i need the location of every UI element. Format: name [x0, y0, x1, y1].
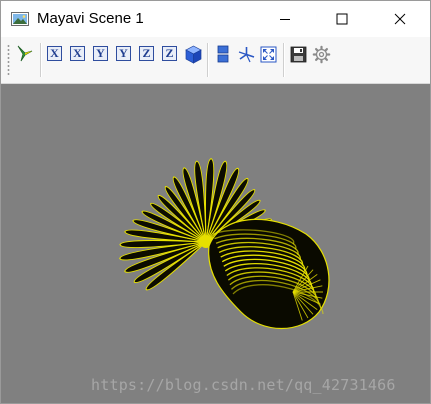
title-bar: Mayavi Scene 1 — [1, 1, 430, 37]
mayavi-logo-icon[interactable] — [15, 44, 34, 63]
view-y-minus-button[interactable]: Y — [116, 46, 131, 61]
projection-icon[interactable] — [214, 45, 233, 64]
maximize-icon — [336, 13, 348, 25]
view-x-plus-button[interactable]: X — [47, 46, 62, 61]
render-viewport[interactable]: https://blog.csdn.net/qq_42731466 — [1, 84, 430, 403]
minimize-button[interactable] — [262, 1, 308, 37]
close-button[interactable] — [377, 1, 423, 37]
app-icon — [11, 12, 29, 26]
maximize-button[interactable] — [319, 1, 365, 37]
gear-icon[interactable] — [312, 45, 331, 64]
save-icon[interactable] — [289, 45, 308, 64]
cube-icon[interactable] — [184, 45, 203, 64]
window-title: Mayavi Scene 1 — [37, 10, 144, 27]
view-x-minus-button[interactable]: X — [70, 46, 85, 61]
view-y-plus-button[interactable]: Y — [93, 46, 108, 61]
minimize-icon — [280, 19, 290, 20]
scene-toolbar: X X Y Y Z Z — [1, 37, 430, 84]
scene-canvas[interactable] — [1, 84, 430, 403]
watermark-text: https://blog.csdn.net/qq_42731466 — [91, 376, 396, 394]
surface-tube-right — [208, 218, 330, 330]
close-icon — [394, 13, 406, 25]
mayavi-window: Mayavi Scene 1 X X Y Y Z Z https://blog.… — [0, 0, 431, 404]
toolbar-separator — [283, 43, 285, 77]
axes-icon[interactable] — [237, 45, 256, 64]
toolbar-separator — [40, 43, 42, 77]
toolbar-grip[interactable] — [7, 44, 10, 76]
view-z-plus-button[interactable]: Z — [139, 46, 154, 61]
fullscreen-icon[interactable] — [259, 45, 278, 64]
view-z-minus-button[interactable]: Z — [162, 46, 177, 61]
toolbar-separator — [207, 43, 209, 77]
